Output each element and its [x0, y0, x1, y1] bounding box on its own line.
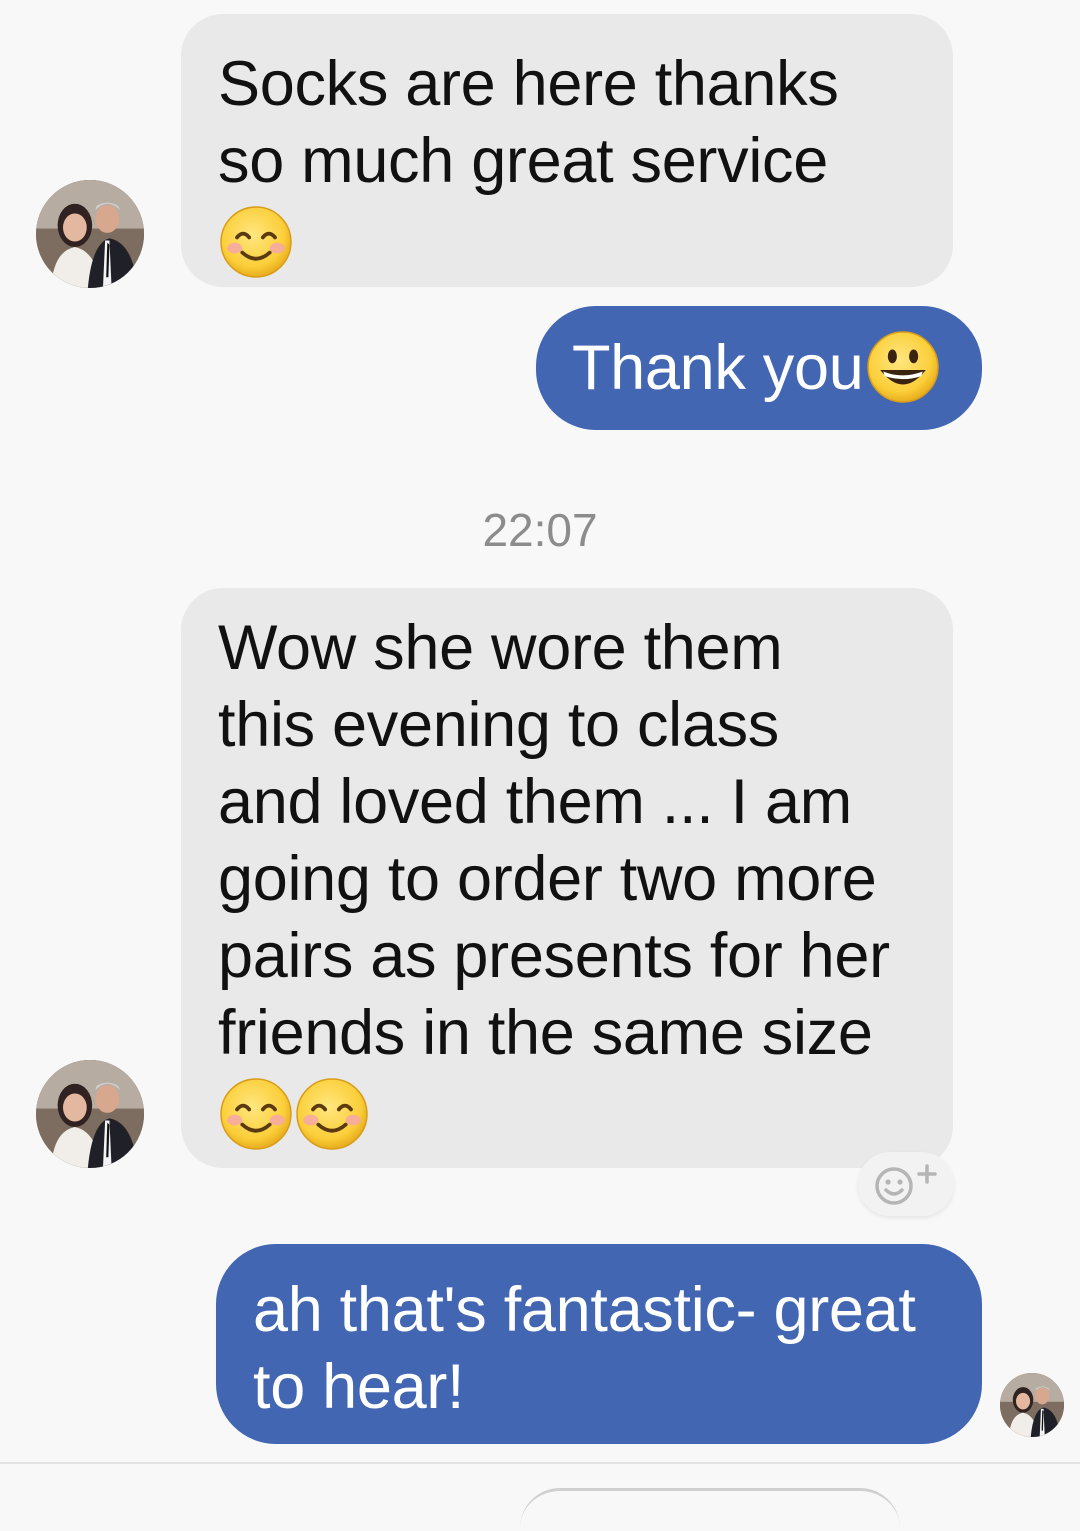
- message-text: Thank you: [572, 333, 864, 403]
- message-text-line: Thank you: [572, 330, 982, 410]
- add-reaction-icon: [875, 1164, 937, 1205]
- message-text-line: Wow she wore them: [218, 613, 783, 683]
- message-text-line: pairs as presents for her: [218, 921, 890, 991]
- message-bubble-incoming[interactable]: Socks are here thanks so much great serv…: [181, 14, 953, 287]
- message-text-line: to hear!: [253, 1352, 465, 1422]
- message-text-line: Socks are here thanks: [218, 49, 839, 119]
- message-text-line: this evening to class: [218, 690, 780, 760]
- grinning-face-emoji-icon: [865, 329, 941, 405]
- message-emoji-row: [218, 1072, 953, 1152]
- message-text-line: ah that's fantastic- great: [253, 1275, 916, 1345]
- smiling-face-emoji-icon: [218, 1076, 294, 1152]
- message-bubble-outgoing[interactable]: Thank you: [536, 306, 982, 430]
- contact-avatar[interactable]: [36, 1060, 144, 1168]
- divider: [0, 1462, 1080, 1464]
- contact-photo-icon: [36, 180, 144, 288]
- message-text-line: friends in the same size: [218, 998, 873, 1068]
- contact-avatar[interactable]: [36, 180, 144, 288]
- message-emoji-row: [218, 200, 953, 280]
- add-reaction-button[interactable]: [858, 1152, 954, 1216]
- message-bubble-outgoing[interactable]: ah that's fantastic- great to hear!: [216, 1244, 982, 1444]
- message-text-line: and loved them ... I am: [218, 767, 852, 837]
- message-bubble-incoming[interactable]: Wow she wore them this evening to class …: [181, 588, 953, 1168]
- smiling-face-emoji-icon: [218, 204, 294, 280]
- message-text-line: so much great service: [218, 126, 828, 196]
- smiling-face-emoji-icon: [294, 1076, 370, 1152]
- contact-photo-icon: [1000, 1373, 1064, 1437]
- contact-photo-icon: [36, 1060, 144, 1168]
- message-timestamp: 22:07: [482, 504, 598, 556]
- read-receipt-avatar: [1000, 1373, 1064, 1437]
- message-composer[interactable]: [520, 1488, 900, 1531]
- message-text-line: going to order two more: [218, 844, 877, 914]
